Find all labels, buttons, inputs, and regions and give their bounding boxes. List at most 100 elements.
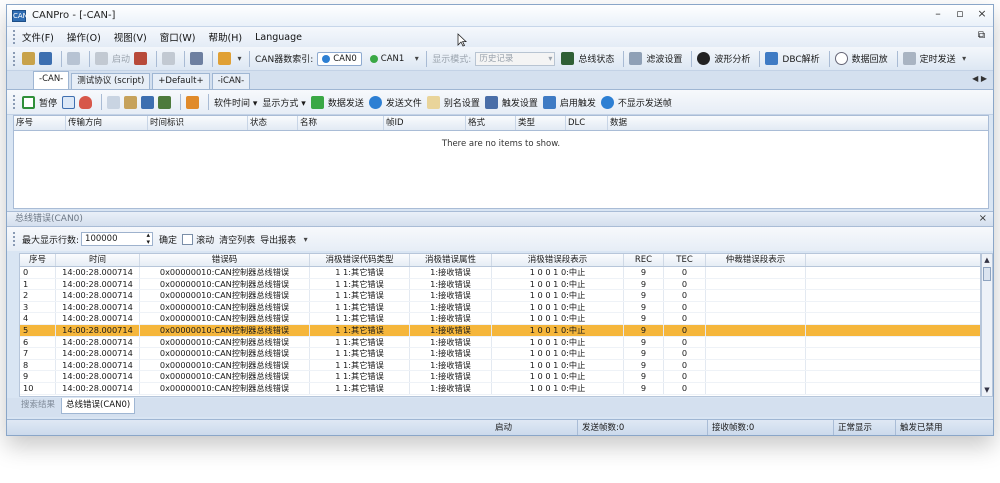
scroll-down-icon[interactable]: ▼ — [982, 385, 992, 395]
column-header[interactable]: 消极错误段表示 — [492, 254, 624, 266]
column-header[interactable]: 序号 — [20, 254, 56, 266]
help-icon[interactable] — [218, 52, 232, 65]
column-header[interactable]: 消极错误代码类型 — [310, 254, 410, 266]
error-grid-scrollbar[interactable]: ▲ ▼ — [981, 253, 993, 397]
waveform-analysis-button[interactable]: 波形分析 — [714, 52, 750, 65]
column-header[interactable]: 仲裁错误段表示 — [706, 254, 806, 266]
column-header[interactable]: 消极错误属性 — [410, 254, 492, 266]
channel-can0-button[interactable]: CAN0 — [317, 51, 362, 66]
tab-scroll-icons[interactable]: ◀ ▶ — [972, 74, 987, 83]
scroll-checkbox[interactable] — [182, 233, 194, 245]
column-header[interactable]: 时间标识 — [148, 116, 248, 130]
scroll-thumb[interactable] — [983, 267, 991, 281]
confirm-button[interactable]: 确定 — [159, 233, 177, 246]
toolbar-overflow-icon[interactable]: ▾ — [960, 52, 969, 65]
data-send-button[interactable]: 数据发送 — [328, 96, 364, 109]
toolbar-grip-icon[interactable] — [13, 95, 16, 109]
toolbar-grip-icon[interactable] — [13, 30, 16, 44]
software-time-dropdown[interactable]: 软件时间 ▾ — [214, 96, 257, 109]
record-icon[interactable] — [79, 95, 93, 109]
table-row[interactable]: 4 14:00:28.000714 0x00000010:CAN控制器总线错误 … — [20, 313, 980, 325]
display-style-dropdown[interactable]: 显示方式 ▾ — [262, 96, 305, 109]
frame-grid[interactable]: There are no items to show. — [13, 131, 989, 209]
open-folder-icon[interactable] — [22, 52, 35, 65]
spinner-arrows-icon[interactable]: ▴ ▾ — [147, 232, 151, 246]
alias-settings-button[interactable]: 别名设置 — [444, 96, 480, 109]
package-icon[interactable] — [186, 95, 200, 109]
table-row[interactable]: 8 14:00:28.000714 0x00000010:CAN控制器总线错误 … — [20, 359, 980, 372]
dbc-parse-button[interactable]: DBC解析 — [782, 52, 819, 65]
column-header[interactable]: 格式 — [466, 116, 516, 130]
clear-list-button[interactable]: 清空列表 — [219, 233, 255, 246]
export-icon[interactable] — [158, 95, 172, 109]
column-header[interactable]: 帧ID — [384, 116, 466, 130]
table-row[interactable]: 6 14:00:28.000714 0x00000010:CAN控制器总线错误 … — [20, 336, 980, 349]
toolbar-grip-icon[interactable] — [13, 232, 16, 246]
table-row[interactable]: 2 14:00:28.000714 0x00000010:CAN控制器总线错误 … — [20, 290, 980, 302]
channel-can1-button[interactable]: CAN1 — [365, 52, 410, 66]
column-header[interactable]: 时间 — [56, 254, 140, 266]
export-report-button[interactable]: 导出报表 — [260, 233, 296, 246]
save-icon[interactable] — [39, 52, 52, 65]
column-header[interactable]: 传输方向 — [66, 116, 148, 130]
toolbar-overflow-icon[interactable]: ▾ — [235, 52, 244, 65]
auto-scroll-icon[interactable] — [62, 95, 76, 109]
table-row[interactable]: 0 14:00:28.000714 0x00000010:CAN控制器总线错误 … — [20, 267, 980, 279]
save-log-icon[interactable] — [141, 95, 155, 109]
minimize-icon[interactable]: – — [933, 7, 943, 20]
toolbar-overflow-icon[interactable]: ▾ — [301, 233, 310, 246]
column-header[interactable]: 错误码 — [140, 254, 310, 266]
column-header[interactable]: 名称 — [298, 116, 384, 130]
hide-send-frames-button[interactable]: 不显示发送帧 — [618, 96, 672, 109]
error-grid[interactable]: 0 14:00:28.000714 0x00000010:CAN控制器总线错误 … — [19, 267, 981, 397]
menu-help[interactable]: 帮助(H) — [209, 30, 243, 44]
start-button[interactable]: 启动 — [112, 52, 130, 65]
close-icon[interactable]: × — [979, 212, 987, 226]
table-row-selected[interactable]: 5 14:00:28.000714 0x00000010:CAN控制器总线错误 … — [20, 324, 980, 337]
max-rows-input[interactable]: 100000 ▴ ▾ — [81, 232, 154, 246]
menu-view[interactable]: 视图(V) — [114, 30, 147, 44]
data-replay-button[interactable]: 数据回放 — [852, 52, 888, 65]
reset-icon[interactable] — [134, 52, 148, 65]
column-header[interactable]: REC — [624, 254, 664, 266]
column-header[interactable]: TEC — [664, 254, 706, 266]
table-row[interactable]: 3 14:00:28.000714 0x00000010:CAN控制器总线错误 … — [20, 301, 980, 314]
menu-file[interactable]: 文件(F) — [22, 30, 54, 44]
table-row[interactable]: 9 14:00:28.000714 0x00000010:CAN控制器总线错误 … — [20, 371, 980, 383]
tab-bus-error[interactable]: 总线错误(CAN0) — [61, 398, 136, 414]
table-row[interactable]: 10 14:00:28.000714 0x00000010:CAN控制器总线错误… — [20, 382, 980, 395]
menu-language[interactable]: Language — [255, 32, 302, 43]
tab-can[interactable]: -CAN- — [33, 71, 70, 89]
column-header[interactable]: DLC — [566, 116, 608, 130]
column-header[interactable]: 状态 — [248, 116, 298, 130]
bus-status-button[interactable]: 总线状态 — [578, 52, 614, 65]
scroll-up-icon[interactable]: ▲ — [982, 255, 992, 265]
enable-trigger-button[interactable]: 启用触发 — [560, 96, 596, 109]
trigger-settings-button[interactable]: 触发设置 — [502, 96, 538, 109]
toolbar-grip-icon[interactable] — [13, 51, 16, 66]
find-icon[interactable] — [124, 95, 138, 109]
tab-test-script[interactable]: 测试协议 (script) — [71, 73, 151, 89]
table-row[interactable]: 7 14:00:28.000714 0x00000010:CAN控制器总线错误 … — [20, 348, 980, 360]
device-icon[interactable] — [67, 52, 80, 65]
config-icon[interactable] — [190, 52, 204, 65]
column-header[interactable]: 类型 — [516, 116, 566, 130]
menu-window[interactable]: 窗口(W) — [160, 30, 196, 44]
toolbar-overflow-icon[interactable]: ▾ — [412, 52, 421, 65]
clear-icon[interactable] — [162, 52, 176, 65]
tab-ican[interactable]: -iCAN- — [211, 73, 251, 89]
tab-search-results[interactable]: 搜索结果 — [17, 398, 59, 414]
send-file-button[interactable]: 发送文件 — [386, 96, 422, 109]
table-row[interactable]: 1 14:00:28.000714 0x00000010:CAN控制器总线错误 … — [20, 278, 980, 291]
menu-operation[interactable]: 操作(O) — [67, 30, 101, 44]
timed-send-button[interactable]: 定时发送 — [920, 52, 956, 65]
display-mode-select[interactable]: 历史记录 — [475, 51, 556, 66]
filter-settings-button[interactable]: 滤波设置 — [646, 52, 682, 65]
column-header[interactable]: 数据 — [608, 116, 988, 130]
pause-button[interactable]: 暂停 — [39, 96, 57, 109]
tab-default[interactable]: +Default+ — [152, 73, 210, 89]
column-header[interactable]: 序号 — [14, 116, 66, 130]
restore-icon[interactable]: ▫ — [955, 7, 965, 20]
close-icon[interactable]: × — [977, 7, 987, 20]
mdi-restore-icon[interactable]: ⧉ — [978, 30, 985, 41]
